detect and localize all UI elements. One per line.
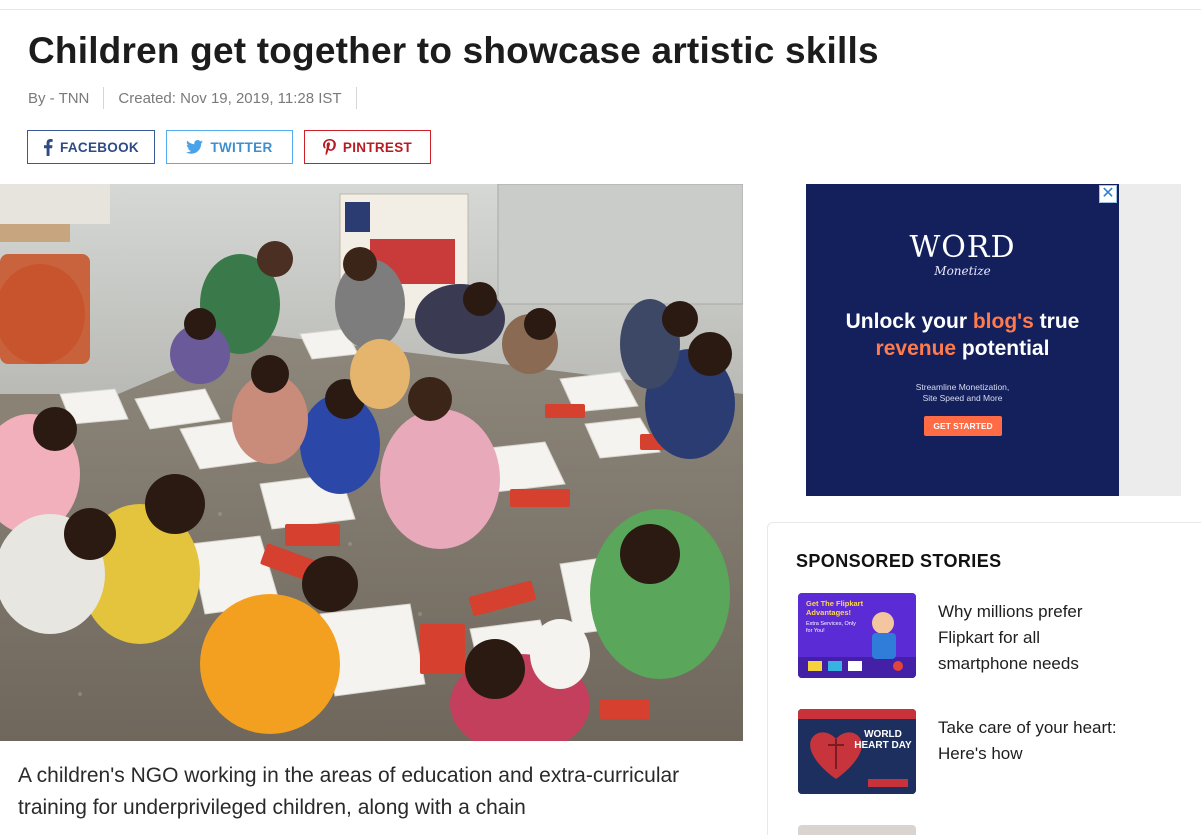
byline: By - TNN: [28, 89, 90, 107]
article-hero-image: [0, 184, 743, 741]
ad-headline-part: Unlock your: [845, 310, 973, 333]
facebook-icon: [44, 138, 53, 156]
sponsored-story-title: Take care of your heart: Here's how: [938, 718, 1117, 763]
created-timestamp: Created: Nov 19, 2019, 11:28 IST: [118, 89, 342, 107]
twitter-label: TWITTER: [210, 139, 273, 155]
sponsored-story-item[interactable]: Get The Flipkart Advantages! Extra Servi…: [798, 593, 1178, 678]
thumb-subcaption: Extra Services, Only for You!: [806, 621, 856, 634]
thumb-caption: WORLD HEART DAY: [854, 729, 912, 751]
sponsored-story-item[interactable]: WORLD HEART DAY Take care of your heart:…: [798, 709, 1178, 794]
sponsored-stories-panel: SPONSORED STORIES Get The Flipkart Advan…: [767, 522, 1201, 835]
facebook-share-button[interactable]: FACEBOOK: [27, 130, 155, 164]
ad-headline: Unlock your blog's true revenue potentia…: [806, 308, 1119, 362]
hero-photo: [0, 184, 743, 741]
article-page: Children get together to showcase artist…: [0, 0, 1201, 835]
share-buttons: FACEBOOK TWITTER PINTREST: [27, 130, 442, 164]
sponsored-story-thumbnail: [798, 825, 916, 835]
ad-get-started-button[interactable]: GET STARTED: [924, 416, 1002, 436]
article-meta: By - TNN Created: Nov 19, 2019, 11:28 IS…: [28, 86, 371, 110]
heart-thumbnail-art: [798, 709, 916, 794]
ad-headline-part: potential: [956, 337, 1050, 360]
ad-headline-highlight: revenue: [875, 337, 957, 360]
twitter-icon: [186, 140, 204, 154]
facebook-label: FACEBOOK: [60, 139, 139, 155]
ad-subtext-line: Streamline Monetization,: [915, 382, 1010, 392]
pinterest-share-button[interactable]: PINTREST: [304, 130, 431, 164]
ad-headline-highlight: blog's: [972, 310, 1034, 333]
ad-subtext-line: Site Speed and More: [922, 393, 1003, 403]
sponsored-story-thumbnail: WORLD HEART DAY: [798, 709, 916, 794]
twitter-share-button[interactable]: TWITTER: [166, 130, 293, 164]
pinterest-label: PINTREST: [342, 139, 413, 155]
sponsored-story-item[interactable]: [798, 825, 1178, 835]
ad-subtext: Streamline Monetization, Site Speed and …: [806, 382, 1119, 404]
article-body-text: A children's NGO working in the areas of…: [18, 764, 680, 819]
sponsored-stories-title: SPONSORED STORIES: [796, 551, 1002, 571]
ad-headline-part: true: [1033, 310, 1080, 333]
close-icon[interactable]: ✕: [1099, 185, 1117, 203]
advertisement-banner[interactable]: WORD Monetize Unlock your blog's true re…: [806, 184, 1119, 496]
ad-brand-logo: WORD: [909, 230, 1016, 265]
top-navbar-edge: [0, 0, 1201, 10]
sponsored-story-title: Why millions prefer Flipkart for all sma…: [938, 602, 1083, 673]
ad-brand-tagline: Monetize: [934, 264, 991, 278]
meta-divider: [355, 87, 357, 109]
pinterest-icon: [322, 138, 336, 155]
advertisement-container: WORD Monetize Unlock your blog's true re…: [806, 184, 1181, 496]
meta-divider: [103, 87, 105, 109]
thumb-caption: Get The Flipkart Advantages!: [806, 599, 864, 617]
page-title: Children get together to showcase artist…: [28, 30, 879, 71]
sponsored-story-thumbnail: Get The Flipkart Advantages! Extra Servi…: [798, 593, 916, 678]
